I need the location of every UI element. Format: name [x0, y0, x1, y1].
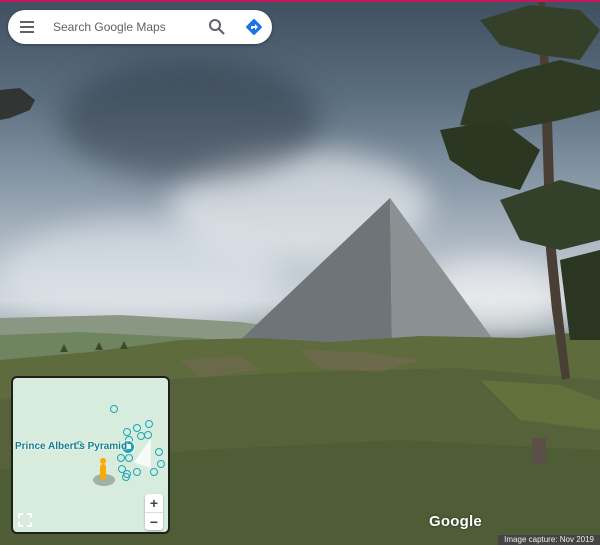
search-icon[interactable] [208, 18, 226, 36]
map-poi-marker[interactable] [125, 454, 133, 462]
map-poi-marker[interactable] [133, 424, 141, 432]
image-capture-date: Image capture: Nov 2019 [498, 535, 600, 545]
search-box[interactable]: Search Google Maps [8, 10, 272, 44]
pyramid [234, 198, 495, 348]
google-logo: Google [429, 513, 482, 530]
zoom-out-button[interactable]: − [145, 512, 163, 531]
top-accent-bar [0, 0, 600, 2]
map-poi-marker[interactable] [157, 460, 165, 468]
search-input[interactable]: Search Google Maps [53, 20, 166, 34]
map-poi-marker[interactable] [145, 420, 153, 428]
map-poi-marker[interactable] [123, 428, 131, 436]
minimap[interactable]: Prince Albert's Pyramid + − [11, 376, 170, 534]
map-place-label[interactable]: Prince Albert's Pyramid [15, 441, 127, 452]
zoom-controls: + − [145, 494, 163, 530]
map-poi-marker[interactable] [150, 468, 158, 476]
expand-map-icon[interactable] [16, 511, 34, 529]
map-poi-marker[interactable] [122, 473, 130, 481]
zoom-in-button[interactable]: + [145, 494, 163, 512]
map-poi-marker[interactable] [117, 454, 125, 462]
pegman-icon[interactable] [100, 458, 106, 480]
map-poi-marker[interactable] [110, 405, 118, 413]
hamburger-menu-icon[interactable] [19, 19, 37, 35]
map-poi-marker[interactable] [133, 468, 141, 476]
directions-icon[interactable] [245, 18, 263, 36]
